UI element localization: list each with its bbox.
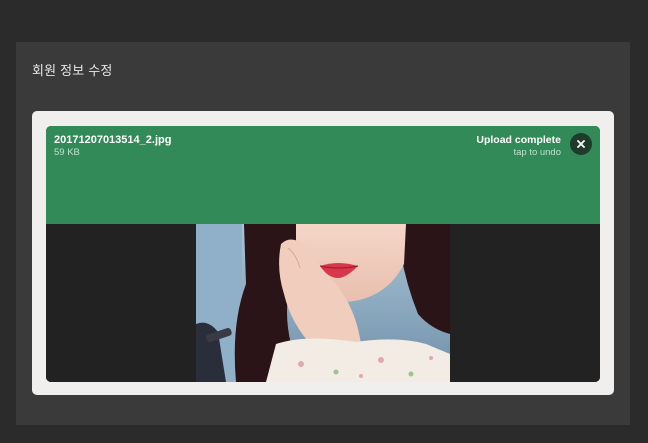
undo-hint: tap to undo: [513, 147, 561, 158]
file-size: 59 KB: [54, 147, 80, 158]
close-icon: [577, 140, 585, 148]
file-name: 20171207013514_2.jpg: [54, 134, 172, 146]
uploaded-file-item: 20171207013514_2.jpg 59 KB Upload comple…: [46, 126, 600, 382]
modal-title: 회원 정보 수정: [32, 63, 113, 78]
file-status-bar: 20171207013514_2.jpg 59 KB Upload comple…: [46, 126, 600, 224]
undo-upload-button[interactable]: [570, 133, 592, 155]
uploaded-photo-preview: [196, 224, 450, 382]
upload-status: Upload complete: [476, 134, 561, 146]
edit-profile-modal: 회원 정보 수정 20171207013514_2.jpg 59 KB Uplo…: [16, 42, 630, 425]
image-preview-area: [46, 224, 600, 382]
file-upload-panel[interactable]: 20171207013514_2.jpg 59 KB Upload comple…: [32, 111, 614, 395]
